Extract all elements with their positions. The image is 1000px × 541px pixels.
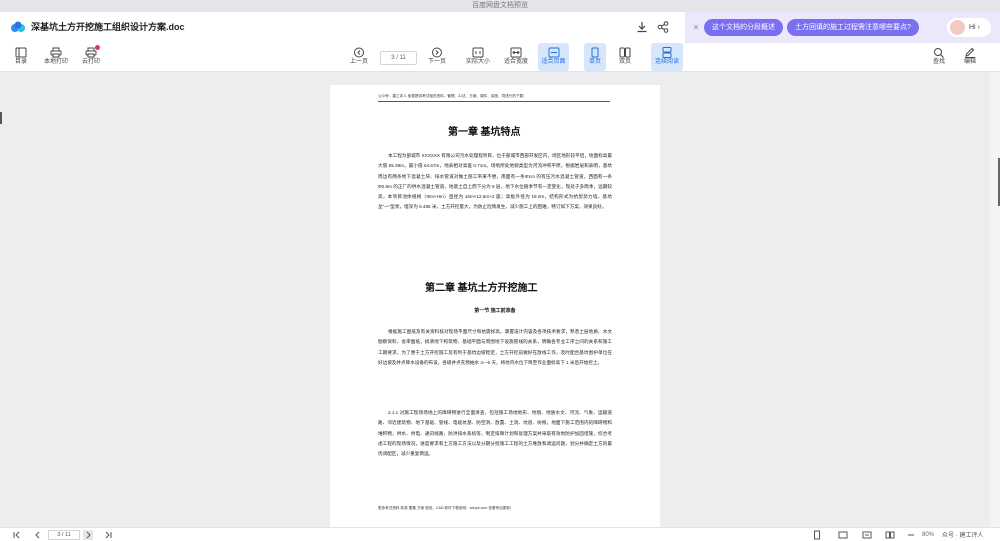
ai-hi-arrow: ›	[977, 24, 980, 31]
ai-suggestion-summary[interactable]: 这个文档的分段概述	[704, 19, 783, 36]
find-label: 查找	[932, 59, 945, 65]
double-page-view-icon[interactable]	[885, 530, 895, 540]
chapter-2-paragraph-1: 根据施工图纸及有关资料核对现场平面尺寸和抗震标高，掌握设计内容及各项技术要求，熟…	[378, 329, 612, 365]
prev-page-label: 上一页	[349, 59, 368, 65]
ai-hi-label: Hi	[969, 24, 976, 31]
catalog-icon	[15, 47, 27, 58]
baidu-netdisk-logo-icon	[10, 21, 26, 33]
actual-size-icon	[472, 47, 484, 58]
prev-page-icon[interactable]	[33, 530, 43, 540]
edit-button[interactable]: 编辑	[960, 43, 980, 71]
section-1-title: 第一节 施工前准备	[474, 308, 516, 314]
ai-avatar-icon	[950, 20, 965, 35]
bottom-bar: 3 / 11 80%	[0, 527, 1000, 541]
continuous-read-button[interactable]: 连续阅读	[651, 43, 683, 71]
fit-page-button[interactable]: 适合页面	[538, 43, 569, 71]
sidebar-toggle-handle[interactable]	[0, 112, 2, 124]
arrow-down-circle-icon	[431, 47, 443, 58]
next-page-icon[interactable]	[83, 530, 93, 540]
local-print-label: 本地打印	[43, 59, 68, 65]
ai-suggestion-backfill[interactable]: 土方回填的施工过程需注意哪些要点?	[787, 19, 919, 36]
continuous-read-icon	[661, 47, 673, 58]
continuous-read-label: 连续阅读	[654, 59, 679, 65]
cloud-print-button[interactable]: 云打印	[78, 43, 104, 71]
actual-size-button[interactable]: 实际大小	[464, 43, 492, 71]
next-page-label: 下一页	[427, 59, 446, 65]
new-badge-dot	[95, 45, 100, 50]
arrow-up-circle-icon	[353, 47, 365, 58]
document-page: 公众号：建工评人 免费提供考试相关资料、管理、ZJ法、方案、课件、讲座、同进行的…	[330, 85, 660, 527]
local-print-button[interactable]: 本地打印	[40, 43, 72, 71]
pencil-icon	[964, 47, 976, 58]
zoom-level[interactable]: 80%	[922, 530, 934, 540]
chapter-2-paragraph-2: 2.1.1 对施工现场场地上的障碍物进行全面清查，包括施工场地地形、地貌、地质水…	[378, 410, 612, 457]
fit-width-label: 适合宽度	[503, 59, 528, 65]
single-page-view-icon[interactable]	[812, 530, 822, 540]
running-footer: 更多考试资料 收录 图集 方案 规范、CAD 软件下载官网：wdzyk.com …	[378, 506, 511, 510]
fit-page-label: 适合页面	[541, 59, 566, 65]
catalog-label: 目录	[14, 59, 27, 65]
vertical-scrollbar[interactable]	[990, 72, 1000, 527]
cloud-print-label: 云打印	[81, 59, 100, 65]
find-button[interactable]: 查找	[929, 43, 949, 71]
single-page-icon	[589, 47, 601, 58]
ai-assistant-panel: × 这个文档的分段概述 土方回填的施工过程需注意哪些要点? Hi ›	[685, 12, 1000, 43]
single-page-label: 单页	[588, 59, 601, 65]
fit-width-icon	[510, 47, 522, 58]
fit-page-view-icon[interactable]	[838, 530, 848, 540]
ai-hi-button[interactable]: Hi ›	[947, 18, 991, 37]
fit-page-icon	[548, 47, 560, 58]
watermark: 众号 · 建工评人	[942, 533, 984, 539]
download-icon[interactable]	[635, 20, 649, 34]
single-page-button[interactable]: 单页	[584, 43, 606, 71]
running-header: 公众号：建工评人 免费提供考试相关资料、管理、ZJ法、方案、课件、讲座、同进行的…	[378, 94, 610, 102]
window-title: 百度网盘文档预览	[0, 0, 1000, 12]
zoom-out-icon[interactable]	[906, 530, 916, 540]
chapter-1-paragraph: 本工程为部城市 XXXXXX 有限公司污水处理程项目，位于部城市西部开发区内，场…	[378, 153, 612, 210]
double-page-icon	[619, 47, 631, 58]
fit-width-view-icon[interactable]	[862, 530, 872, 540]
actual-size-label: 实际大小	[465, 59, 490, 65]
double-page-label: 双页	[618, 59, 631, 65]
chapter-1-title: 第一章 基坑特点	[448, 127, 521, 138]
share-icon[interactable]	[656, 20, 670, 34]
chapter-2-title: 第二章 基坑土方开挖施工	[425, 283, 538, 294]
fit-width-button[interactable]: 适合宽度	[502, 43, 530, 71]
double-page-button[interactable]: 双页	[614, 43, 636, 71]
document-title: 深基坑土方开挖施工组织设计方案.doc	[31, 22, 185, 32]
last-page-icon[interactable]	[103, 530, 113, 540]
printer-icon	[50, 47, 62, 58]
first-page-icon[interactable]	[12, 530, 22, 540]
edit-label: 编辑	[963, 59, 976, 65]
search-icon	[933, 47, 945, 58]
page-number-input[interactable]: 3 / 11	[380, 51, 417, 65]
next-page-button[interactable]: 下一页	[426, 43, 448, 71]
prev-page-button[interactable]: 上一页	[348, 43, 370, 71]
ai-panel-close-icon[interactable]: ×	[690, 20, 702, 34]
catalog-button[interactable]: 目录	[10, 43, 32, 71]
bottom-page-number-input[interactable]: 3 / 11	[48, 530, 80, 540]
viewer-toolbar: 目录 本地打印 云打印 上一页 3 / 11 下一页 实际大小 适合宽度 适合页…	[0, 43, 1000, 72]
